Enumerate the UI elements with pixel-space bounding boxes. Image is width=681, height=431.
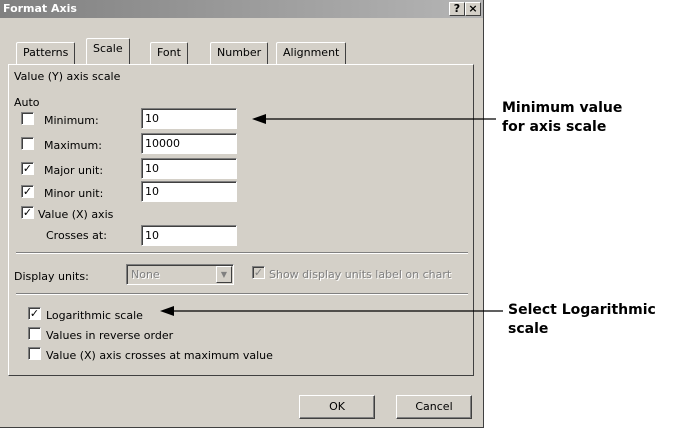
minimum-arrow-head	[252, 114, 266, 124]
logarithmic-arrow-head	[160, 306, 174, 316]
annotation-arrows	[160, 114, 503, 316]
